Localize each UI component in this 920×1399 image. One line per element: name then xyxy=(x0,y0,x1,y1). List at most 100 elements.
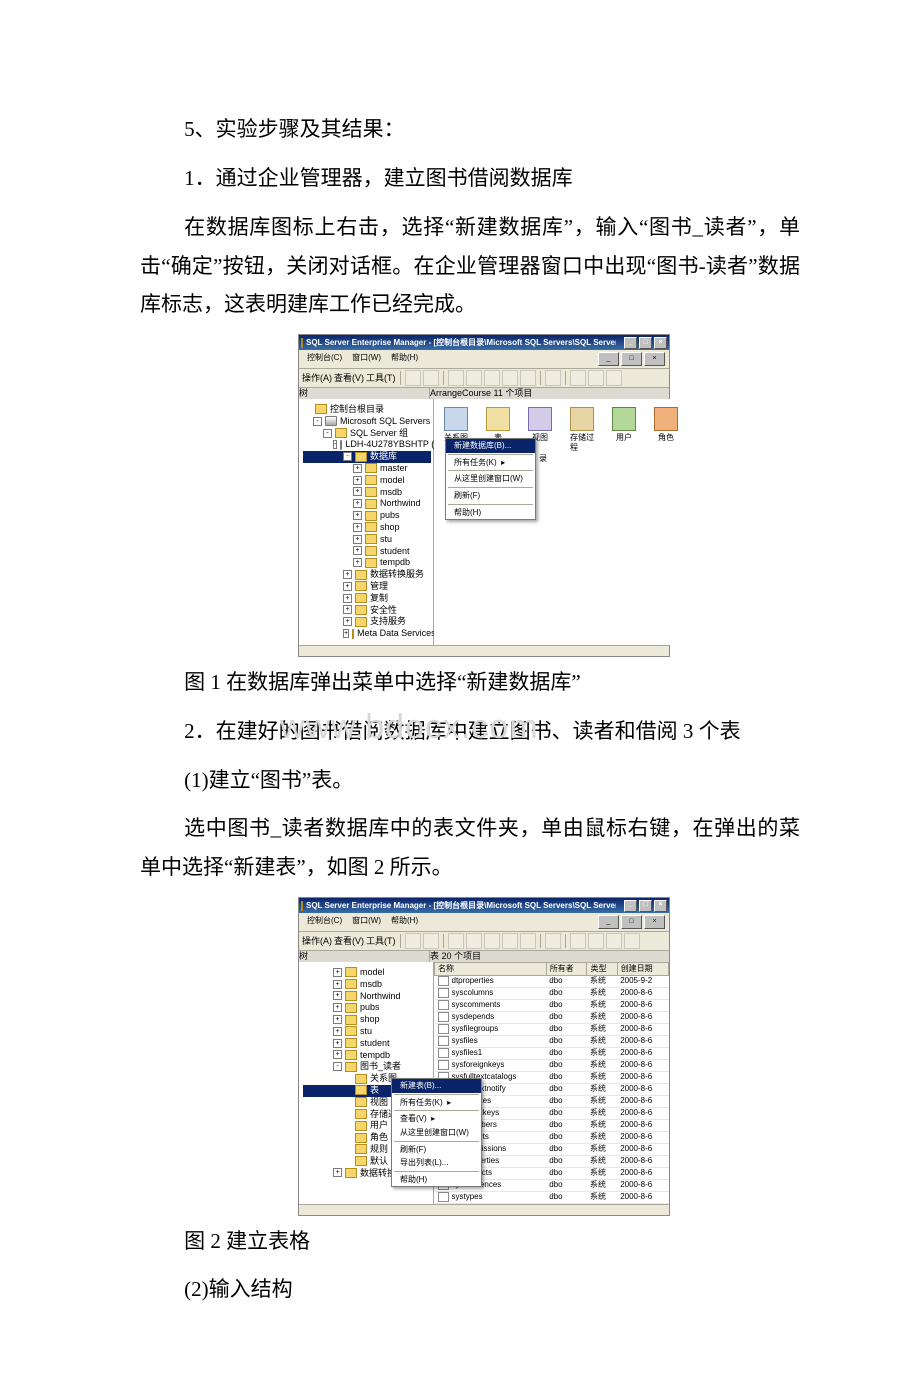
menu-console[interactable]: 控制台(C) xyxy=(303,915,346,929)
col-name[interactable]: 名称 xyxy=(435,962,547,975)
tree-db-item[interactable]: +model xyxy=(303,475,431,487)
menu-help[interactable]: 帮助(H) xyxy=(387,352,422,366)
maximize-button[interactable]: □ xyxy=(639,337,652,349)
toolbar-button[interactable] xyxy=(606,933,622,949)
tree-service-item[interactable]: +数据转换服务 xyxy=(303,569,431,581)
inner-close-button[interactable]: × xyxy=(644,915,665,929)
tree-db-item[interactable]: +master xyxy=(303,463,431,475)
tree-db-item[interactable]: +Northwind xyxy=(303,498,431,510)
table-row[interactable]: systypesdbo系统2000-8-6 xyxy=(435,1191,669,1203)
tree-node-mssql[interactable]: -Microsoft SQL Servers xyxy=(303,416,431,428)
table-row[interactable]: sysfilegroupsdbo系统2000-8-6 xyxy=(435,1023,669,1035)
toolbar-button[interactable] xyxy=(448,933,464,949)
inner-close-button[interactable]: × xyxy=(644,352,665,366)
table-row[interactable]: syscolumnsdbo系统2000-8-6 xyxy=(435,987,669,999)
tree-db-item[interactable]: -图书_读者 xyxy=(303,1061,431,1073)
close-button[interactable]: × xyxy=(654,337,667,349)
toolbar-button[interactable] xyxy=(502,933,518,949)
inner-min-button[interactable]: _ xyxy=(598,915,619,929)
menu-new-window[interactable]: 从这里创建窗口(W) xyxy=(392,1126,481,1140)
col-owner[interactable]: 所有者 xyxy=(546,962,587,975)
toolbar-button[interactable] xyxy=(570,370,586,386)
tree-node-server-group[interactable]: -SQL Server 组 xyxy=(303,428,431,440)
toolbar-button[interactable] xyxy=(570,933,586,949)
tree-db-item[interactable]: +msdb xyxy=(303,487,431,499)
menu-help[interactable]: 帮助(H) xyxy=(387,915,422,929)
menu-new-database[interactable]: 新建数据库(B)... xyxy=(446,439,535,453)
menu-refresh[interactable]: 刷新(F) xyxy=(392,1143,481,1157)
table-row[interactable]: syscommentsdbo系统2000-8-6 xyxy=(435,999,669,1011)
toolbar-button[interactable] xyxy=(484,370,500,386)
menu-export-list[interactable]: 导出列表(L)... xyxy=(392,1156,481,1170)
tree-db-item[interactable]: +tempdb xyxy=(303,557,431,569)
minimize-button[interactable]: _ xyxy=(624,337,637,349)
toolbar-button[interactable] xyxy=(588,370,604,386)
inner-max-button[interactable]: □ xyxy=(621,915,642,929)
toolbar-button[interactable] xyxy=(520,933,536,949)
minimize-button[interactable]: _ xyxy=(624,900,637,912)
toolbar-button[interactable] xyxy=(502,370,518,386)
toolbar-button[interactable] xyxy=(405,933,421,949)
tree-db-item[interactable]: +stu xyxy=(303,534,431,546)
col-date[interactable]: 创建日期 xyxy=(617,962,668,975)
item-storedproc[interactable]: 存储过程 xyxy=(570,407,594,452)
menu-help[interactable]: 帮助(H) xyxy=(392,1173,481,1187)
table-row[interactable]: sysdependsdbo系统2000-8-6 xyxy=(435,1011,669,1023)
col-type[interactable]: 类型 xyxy=(587,962,617,975)
menu-window[interactable]: 窗口(W) xyxy=(348,915,385,929)
tree-db-item[interactable]: +student xyxy=(303,546,431,558)
toolbar-button[interactable] xyxy=(405,370,421,386)
toolbar-tools[interactable]: 工具(T) xyxy=(366,373,396,384)
tree-service-item[interactable]: +Meta Data Services xyxy=(303,628,431,640)
toolbar-button[interactable] xyxy=(423,933,439,949)
toolbar-button[interactable] xyxy=(545,933,561,949)
tree-service-item[interactable]: +支持服务 xyxy=(303,616,431,628)
item-users[interactable]: 用户 xyxy=(612,407,636,452)
tree-db-item[interactable]: +tempdb xyxy=(303,1050,431,1062)
inner-max-button[interactable]: □ xyxy=(621,352,642,366)
menu-all-tasks[interactable]: 所有任务(K) ▸ xyxy=(446,456,535,470)
tree-service-item[interactable]: +复制 xyxy=(303,593,431,605)
table-row[interactable]: sysfilesdbo系统2000-8-6 xyxy=(435,1035,669,1047)
tree-db-item[interactable]: +shop xyxy=(303,1014,431,1026)
tree-db-item[interactable]: +stu xyxy=(303,1026,431,1038)
tree-db-item[interactable]: +pubs xyxy=(303,1002,431,1014)
toolbar-button[interactable] xyxy=(624,933,640,949)
toolbar-button[interactable] xyxy=(484,933,500,949)
table-row[interactable]: sysforeignkeysdbo系统2000-8-6 xyxy=(435,1059,669,1071)
tree-db-item[interactable]: +Northwind xyxy=(303,991,431,1003)
tree-service-item[interactable]: +管理 xyxy=(303,581,431,593)
menu-all-tasks[interactable]: 所有任务(K) ▸ xyxy=(392,1096,481,1110)
menu-window[interactable]: 窗口(W) xyxy=(348,352,385,366)
toolbar-button[interactable] xyxy=(448,370,464,386)
toolbar-tools[interactable]: 工具(T) xyxy=(366,936,396,947)
toolbar-button[interactable] xyxy=(466,933,482,949)
table-row[interactable]: sysfiles1dbo系统2000-8-6 xyxy=(435,1047,669,1059)
close-button[interactable]: × xyxy=(654,900,667,912)
menu-new-table[interactable]: 新建表(B)... xyxy=(392,1079,481,1093)
table-row[interactable]: dtpropertiesdbo系统2005-9-2 xyxy=(435,975,669,987)
tree-db-item[interactable]: +shop xyxy=(303,522,431,534)
toolbar-action[interactable]: 操作(A) xyxy=(302,936,332,947)
menu-help[interactable]: 帮助(H) xyxy=(446,506,535,520)
tree-db-item[interactable]: +msdb xyxy=(303,979,431,991)
toolbar-button[interactable] xyxy=(606,370,622,386)
tree-node-databases[interactable]: -数据库 xyxy=(303,451,431,463)
toolbar-action[interactable]: 操作(A) xyxy=(302,373,332,384)
toolbar-view[interactable]: 查看(V) xyxy=(334,373,364,384)
toolbar-button[interactable] xyxy=(520,370,536,386)
item-roles[interactable]: 角色 xyxy=(654,407,678,452)
menu-new-window[interactable]: 从这里创建窗口(W) xyxy=(446,472,535,486)
tree-db-item[interactable]: +pubs xyxy=(303,510,431,522)
menu-refresh[interactable]: 刷新(F) xyxy=(446,489,535,503)
menu-console[interactable]: 控制台(C) xyxy=(303,352,346,366)
toolbar-button[interactable] xyxy=(588,933,604,949)
tree-db-item[interactable]: +student xyxy=(303,1038,431,1050)
tree-db-item[interactable]: +model xyxy=(303,967,431,979)
toolbar-button[interactable] xyxy=(423,370,439,386)
maximize-button[interactable]: □ xyxy=(639,900,652,912)
tree-node-server[interactable]: -LDH-4U278YBSHTP (Window xyxy=(303,439,431,451)
tree-service-item[interactable]: +安全性 xyxy=(303,605,431,617)
tree-root[interactable]: 控制台根目录 xyxy=(303,404,431,416)
toolbar-button[interactable] xyxy=(545,370,561,386)
